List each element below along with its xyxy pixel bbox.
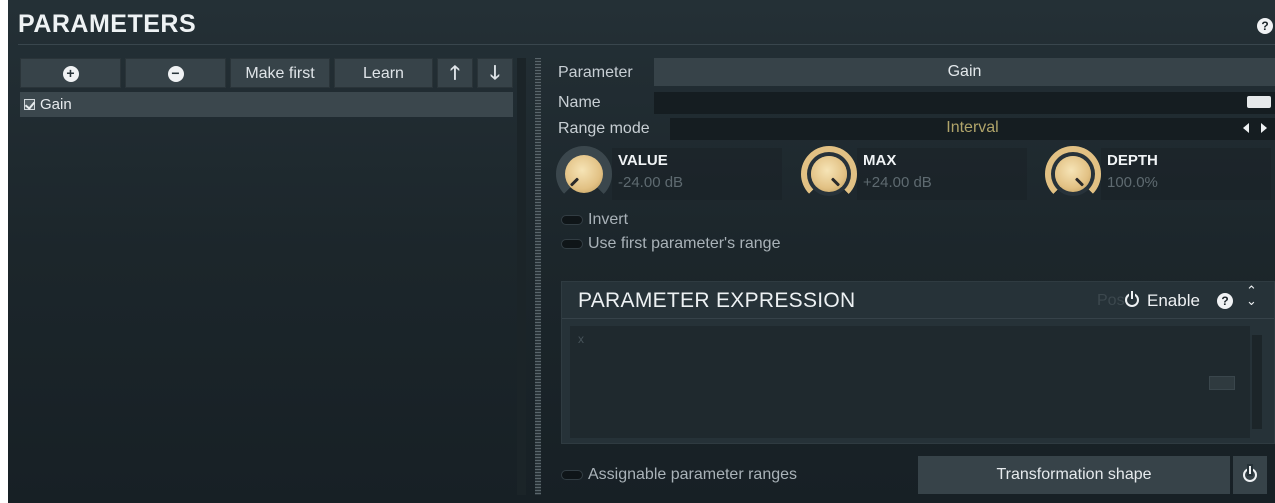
- make-first-button[interactable]: Make first: [230, 58, 330, 88]
- use-first-range-toggle[interactable]: [561, 239, 583, 249]
- panel-resize-handle[interactable]: [535, 58, 541, 495]
- list-item[interactable]: Gain: [20, 92, 513, 117]
- help-icon[interactable]: ?: [1257, 18, 1273, 34]
- add-parameter-button[interactable]: +: [20, 58, 121, 88]
- assignable-ranges-label: Assignable parameter ranges: [588, 466, 798, 483]
- learn-button[interactable]: Learn: [334, 58, 433, 88]
- arrow-up-icon: 🡑: [450, 63, 460, 84]
- minus-icon: −: [167, 65, 184, 82]
- parameter-selector[interactable]: Gain: [654, 58, 1275, 86]
- knob-face: [811, 156, 847, 192]
- enable-button[interactable]: Enable: [1147, 291, 1200, 311]
- assignable-ranges-toggle[interactable]: [561, 470, 583, 480]
- checkbox-icon[interactable]: [24, 99, 35, 110]
- parameter-label: Parameter: [558, 64, 633, 81]
- parameter-expression-panel: PARAMETER EXPRESSION Post Enable ? ⌃ ⌄ x: [561, 281, 1275, 444]
- range-mode-value: Interval: [946, 119, 999, 136]
- transformation-shape-power-button[interactable]: [1233, 456, 1267, 494]
- expression-divider: [562, 318, 1274, 319]
- name-field[interactable]: [654, 92, 1275, 114]
- power-icon[interactable]: [1125, 291, 1139, 307]
- value-knob-label: VALUE: [618, 152, 668, 169]
- knob-face: [565, 155, 603, 193]
- parameters-panel: PARAMETERS ? + − Make first Learn 🡑 🡓 Ga…: [8, 0, 1275, 503]
- invert-label: Invert: [588, 211, 629, 228]
- move-down-button[interactable]: 🡓: [477, 58, 513, 88]
- keyboard-icon[interactable]: [1247, 96, 1271, 108]
- transformation-shape-button[interactable]: Transformation shape: [918, 456, 1230, 494]
- expression-help-icon[interactable]: ?: [1217, 293, 1233, 309]
- value-knob[interactable]: [556, 146, 612, 202]
- expand-collapse-icon[interactable]: ⌃ ⌄: [1246, 284, 1257, 307]
- arrow-right-icon[interactable]: [1261, 123, 1267, 133]
- depth-knob-group: DEPTH 100.0%: [1045, 144, 1275, 202]
- knob-face: [1055, 156, 1091, 192]
- use-first-range-label: Use first parameter's range: [588, 235, 781, 252]
- arrow-left-icon[interactable]: [1243, 123, 1249, 133]
- range-mode-label: Range mode: [558, 120, 650, 137]
- max-knob-group: MAX +24.00 dB: [801, 144, 1031, 202]
- keyboard-icon[interactable]: [1209, 376, 1235, 390]
- value-knob-value: -24.00 dB: [618, 174, 684, 191]
- list-scrollbar[interactable]: [517, 58, 526, 495]
- expression-title: PARAMETER EXPRESSION: [578, 289, 856, 312]
- max-knob[interactable]: [801, 146, 857, 202]
- move-up-button[interactable]: 🡑: [437, 58, 473, 88]
- expression-scrollbar[interactable]: [1252, 335, 1262, 429]
- expression-editor[interactable]: x: [570, 326, 1250, 438]
- panel-title: PARAMETERS: [18, 10, 197, 38]
- expression-placeholder: x: [578, 332, 584, 346]
- depth-knob[interactable]: [1045, 146, 1101, 202]
- max-knob-label: MAX: [863, 152, 897, 169]
- value-knob-group: VALUE -24.00 dB: [556, 144, 786, 202]
- invert-toggle[interactable]: [561, 215, 583, 225]
- plus-icon: +: [62, 65, 79, 82]
- max-knob-value: +24.00 dB: [863, 174, 932, 191]
- name-label: Name: [558, 94, 601, 111]
- depth-knob-label: DEPTH: [1107, 152, 1158, 169]
- power-icon: [1243, 466, 1257, 482]
- depth-knob-value: 100.0%: [1107, 174, 1158, 191]
- arrow-down-icon: 🡓: [490, 63, 500, 84]
- range-mode-selector[interactable]: Interval: [670, 118, 1275, 140]
- title-divider: [18, 44, 1275, 45]
- list-item-label: Gain: [40, 96, 72, 113]
- remove-parameter-button[interactable]: −: [125, 58, 226, 88]
